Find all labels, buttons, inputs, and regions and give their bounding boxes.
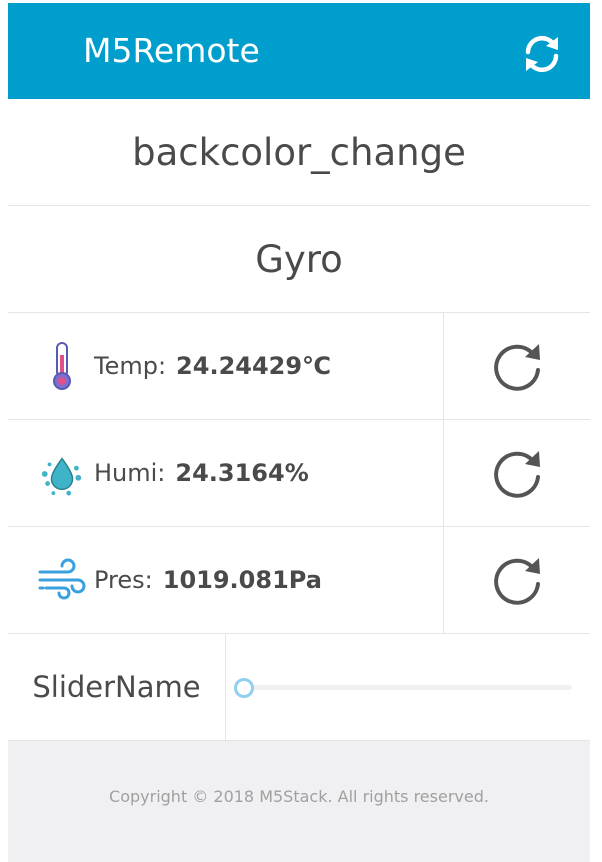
sensor-row-temp: Temp: 24.24429℃ [8, 313, 590, 420]
temp-refresh-button[interactable] [444, 313, 590, 419]
thermometer-icon [38, 342, 86, 390]
pres-value: 1019.081Pa [162, 566, 322, 594]
app-container: M5Remote backcolor_change Gyro Temp: 24.… [8, 3, 590, 862]
humi-value: 24.3164% [175, 459, 309, 487]
sensor-info: Temp: 24.24429℃ [8, 313, 444, 419]
sensor-row-pres: Pres: 1019.081Pa [8, 527, 590, 634]
refresh-all-icon[interactable] [520, 32, 564, 76]
gyro-label: Gyro [255, 237, 343, 281]
pres-label: Pres: [94, 566, 153, 594]
slider-label: SliderName [8, 634, 226, 740]
refresh-icon [494, 451, 540, 498]
backcolor-change-button[interactable]: backcolor_change [8, 99, 590, 206]
refresh-icon [494, 558, 540, 605]
sensor-row-humi: Humi: 24.3164% [8, 420, 590, 527]
temp-value: 24.24429℃ [176, 352, 332, 380]
pres-refresh-button[interactable] [444, 527, 590, 633]
humi-label: Humi: [94, 459, 166, 487]
sensor-info: Humi: 24.3164% [8, 420, 444, 526]
sensor-info: Pres: 1019.081Pa [8, 527, 444, 633]
wind-icon [38, 556, 86, 604]
footer-copyright: Copyright © 2018 M5Stack. All rights res… [109, 787, 489, 806]
backcolor-change-label: backcolor_change [132, 130, 466, 174]
gyro-button[interactable]: Gyro [8, 206, 590, 313]
refresh-icon [494, 344, 540, 391]
humidity-drops-icon [38, 449, 86, 497]
app-header: M5Remote [8, 3, 590, 99]
temp-label: Temp: [94, 352, 167, 380]
slider-thumb[interactable] [234, 678, 254, 698]
slider-row: SliderName [8, 634, 590, 741]
app-title: M5Remote [83, 31, 260, 70]
slider-track[interactable] [244, 685, 572, 690]
slider-control[interactable] [226, 634, 590, 740]
humi-refresh-button[interactable] [444, 420, 590, 526]
